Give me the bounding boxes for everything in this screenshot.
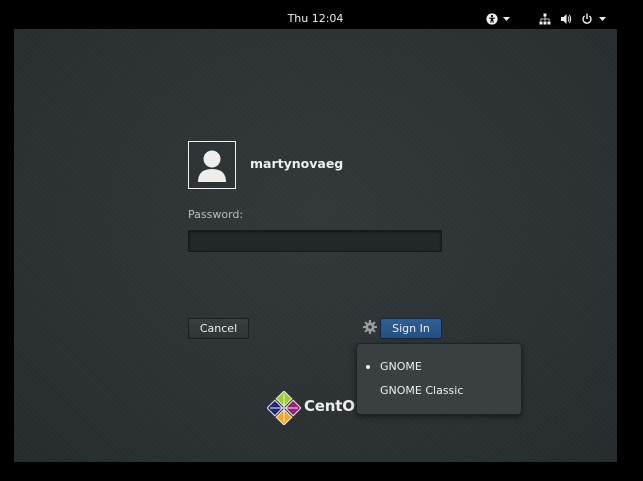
user-icon xyxy=(198,150,226,182)
avatar xyxy=(188,141,236,189)
top-bar: Thu 12:04 xyxy=(14,9,617,29)
accessibility-icon xyxy=(486,13,498,25)
password-label: Password: xyxy=(188,208,244,221)
session-item-gnome[interactable]: GNOME xyxy=(357,357,521,377)
chevron-down-icon xyxy=(598,17,606,21)
session-item-label: GNOME xyxy=(380,360,422,373)
network-icon xyxy=(539,13,551,25)
session-item-gnome-classic[interactable]: GNOME Classic xyxy=(357,381,521,401)
session-item-label: GNOME Classic xyxy=(380,384,464,397)
session-settings-button[interactable] xyxy=(362,319,378,335)
cancel-button[interactable]: Cancel xyxy=(188,318,249,339)
session-menu: GNOME GNOME Classic xyxy=(356,343,522,415)
sign-in-button[interactable]: Sign In xyxy=(380,318,442,339)
login-screen: Thu 12:04 martynovaeg Password: Cancel S… xyxy=(14,9,617,462)
accessibility-menu[interactable] xyxy=(484,11,512,27)
volume-icon xyxy=(560,13,572,25)
centos-logo-icon xyxy=(266,390,302,426)
system-menu[interactable] xyxy=(534,11,610,27)
password-field[interactable] xyxy=(188,230,442,252)
gear-icon xyxy=(363,320,377,334)
selected-dot-icon xyxy=(366,365,370,369)
power-icon xyxy=(581,13,593,25)
chevron-down-icon xyxy=(503,17,510,21)
clock[interactable]: Thu 12:04 xyxy=(14,11,617,27)
username: martynovaeg xyxy=(250,156,344,171)
